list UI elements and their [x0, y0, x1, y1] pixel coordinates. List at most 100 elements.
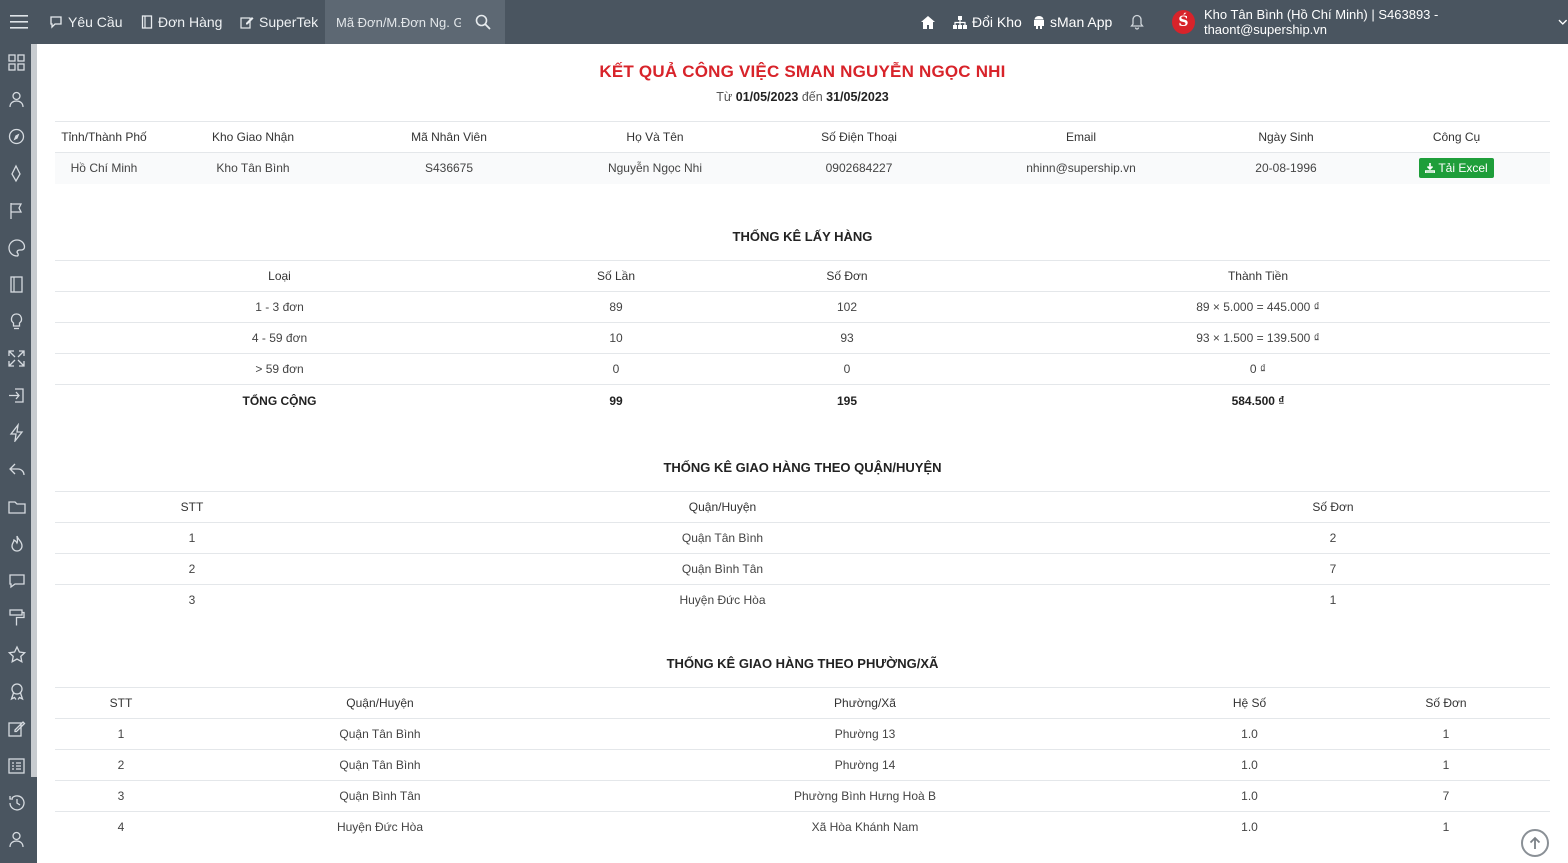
total-cell: 99 — [504, 384, 728, 417]
tools-cell: Tải Excel — [1363, 152, 1550, 184]
table-cell: 93 — [728, 322, 966, 354]
sidebar-item[interactable] — [6, 385, 26, 405]
table-cell: Quận Tân Bình — [187, 718, 573, 750]
table-cell: 0 ₫ — [966, 353, 1550, 385]
nav-supertek[interactable]: SuperTek — [240, 0, 318, 44]
account-menu[interactable]: Ś Kho Tân Bình (Hồ Chí Minh) | S463893 -… — [1172, 0, 1568, 44]
sidebar-item[interactable] — [6, 459, 26, 479]
history-icon — [8, 794, 25, 811]
sidebar-item[interactable] — [6, 496, 26, 516]
lightbulb-icon — [10, 312, 22, 329]
table-row: 1 - 3 đơn 89 102 89 × 5.000 = 445.000 ₫ — [55, 291, 1550, 323]
sidebar-item[interactable] — [6, 126, 26, 146]
sidebar-item[interactable] — [6, 163, 26, 183]
table-row: 2 Quận Bình Tân 7 — [55, 553, 1550, 585]
sidebar-item[interactable] — [6, 348, 26, 368]
search-placeholder: Mã Đơn/M.Đơn Ng. Gửi — [336, 14, 461, 30]
sidebar-item[interactable] — [6, 681, 26, 701]
table-cell: 1.0 — [1157, 749, 1342, 781]
star-icon — [7, 644, 26, 663]
sman-app-button[interactable]: sMan App — [1033, 0, 1112, 44]
sidebar-item[interactable] — [6, 570, 26, 590]
ward-section-title: THỐNG KÊ GIAO HÀNG THEO PHƯỜNG/XÃ — [666, 656, 939, 671]
paint-roller-icon — [8, 608, 25, 625]
sidebar-item[interactable] — [6, 755, 26, 775]
home-button[interactable] — [921, 0, 935, 44]
column-header: Hệ Số — [1157, 687, 1342, 719]
book-icon — [9, 275, 23, 293]
nav-requests[interactable]: Yêu Cầu — [49, 0, 122, 44]
notifications-button[interactable] — [1130, 0, 1144, 44]
date-range: Từ 01/05/2023 đến 31/05/2023 — [55, 90, 1550, 104]
download-excel-label: Tải Excel — [1438, 161, 1488, 176]
sidebar-item[interactable] — [6, 311, 26, 331]
table-cell: 1 — [1342, 749, 1550, 781]
order-search-input[interactable]: Mã Đơn/M.Đơn Ng. Gửi — [325, 0, 505, 44]
search-icon[interactable] — [475, 14, 491, 30]
total-cell: TỔNG CỘNG — [55, 384, 504, 417]
palette-icon — [7, 238, 25, 257]
switch-warehouse-button[interactable]: Đổi Kho — [953, 0, 1022, 44]
sidebar-item[interactable] — [6, 237, 26, 257]
column-header: Công Cụ — [1363, 121, 1550, 153]
table-cell: Phường 13 — [573, 718, 1157, 750]
sidebar-item[interactable] — [6, 52, 26, 72]
edit-icon — [240, 17, 254, 29]
district-stats-table: STT Quận/Huyện Số Đơn 1 Quận Tân Bình 2 2 Quận… — [55, 491, 1550, 616]
sidebar-item[interactable] — [6, 792, 26, 812]
sidebar-item[interactable] — [6, 89, 26, 109]
table-cell: Huyện Đức Hòa — [329, 584, 1116, 616]
column-header: Quận/Huyện — [187, 687, 573, 719]
table-row: > 59 đơn 0 0 0 ₫ — [55, 353, 1550, 385]
android-icon — [1034, 16, 1044, 29]
ward-stats-table: STT Quận/Huyện Phường/Xã Hệ Số Số Đơn 1 Quận … — [55, 687, 1550, 843]
range-from-label: Từ — [716, 90, 733, 104]
table-cell: Quận Tân Bình — [329, 522, 1116, 554]
pen-tool-icon — [10, 164, 21, 182]
column-header: Số Đơn — [1342, 687, 1550, 719]
menu-toggle-button[interactable] — [0, 0, 37, 44]
sidebar-item[interactable] — [6, 644, 26, 664]
nav-supertek-label: SuperTek — [259, 14, 319, 30]
column-header: Loại — [55, 260, 504, 292]
table-cell: Phường Bình Hưng Hoà B — [573, 780, 1157, 812]
table-cell: 2 — [1116, 522, 1550, 554]
left-sidebar — [0, 44, 37, 863]
column-header: Phường/Xã — [573, 687, 1157, 719]
table-cell: Quận Tân Bình — [187, 749, 573, 781]
table-cell: 1 — [55, 718, 187, 750]
sidebar-item[interactable] — [6, 533, 26, 553]
sidebar-item[interactable] — [6, 829, 26, 849]
table-cell: 89 × 5.000 = 445.000 ₫ — [966, 291, 1550, 323]
flag-icon — [9, 202, 22, 219]
sidebar-item[interactable] — [6, 200, 26, 220]
book-icon — [141, 15, 153, 29]
pickup-stats-table: Loại Số Lần Số Đơn Thành Tiền 1 - 3 đơn 89 10… — [55, 260, 1550, 417]
sidebar-item[interactable] — [6, 422, 26, 442]
table-cell: Xã Hòa Khánh Nam — [573, 811, 1157, 843]
hamburger-icon — [9, 15, 28, 29]
nav-orders[interactable]: Đơn Hàng — [141, 0, 222, 44]
download-excel-button[interactable]: Tải Excel — [1419, 158, 1494, 179]
table-row: 3 Quận Bình Tân Phường Bình Hưng Hoà B 1.0 7 — [55, 780, 1550, 812]
column-header: Kho Giao Nhận — [153, 121, 353, 153]
table-header-row: Loại Số Lần Số Đơn Thành Tiền — [55, 260, 1550, 292]
sidebar-item[interactable] — [6, 274, 26, 294]
scroll-to-top-button[interactable] — [1521, 829, 1549, 857]
table-cell: 10 — [504, 322, 728, 354]
table-cell: 2 — [55, 749, 187, 781]
table-row: 1 Quận Tân Bình Phường 13 1.0 1 — [55, 718, 1550, 750]
table-cell: 3 — [55, 584, 329, 616]
sidebar-item[interactable] — [6, 607, 26, 627]
chat-icon — [8, 573, 25, 588]
table-cell: 7 — [1116, 553, 1550, 585]
fire-icon — [10, 535, 23, 552]
user-icon — [8, 91, 24, 107]
sidebar-item[interactable] — [6, 718, 26, 738]
table-cell: 1 - 3 đơn — [55, 291, 504, 323]
column-header: Mã Nhân Viên — [353, 121, 545, 153]
table-cell: 3 — [55, 780, 187, 812]
sidebar-scrollbar[interactable] — [31, 44, 37, 777]
table-cell: Kho Tân Bình — [153, 152, 353, 184]
column-header: STT — [55, 491, 329, 523]
